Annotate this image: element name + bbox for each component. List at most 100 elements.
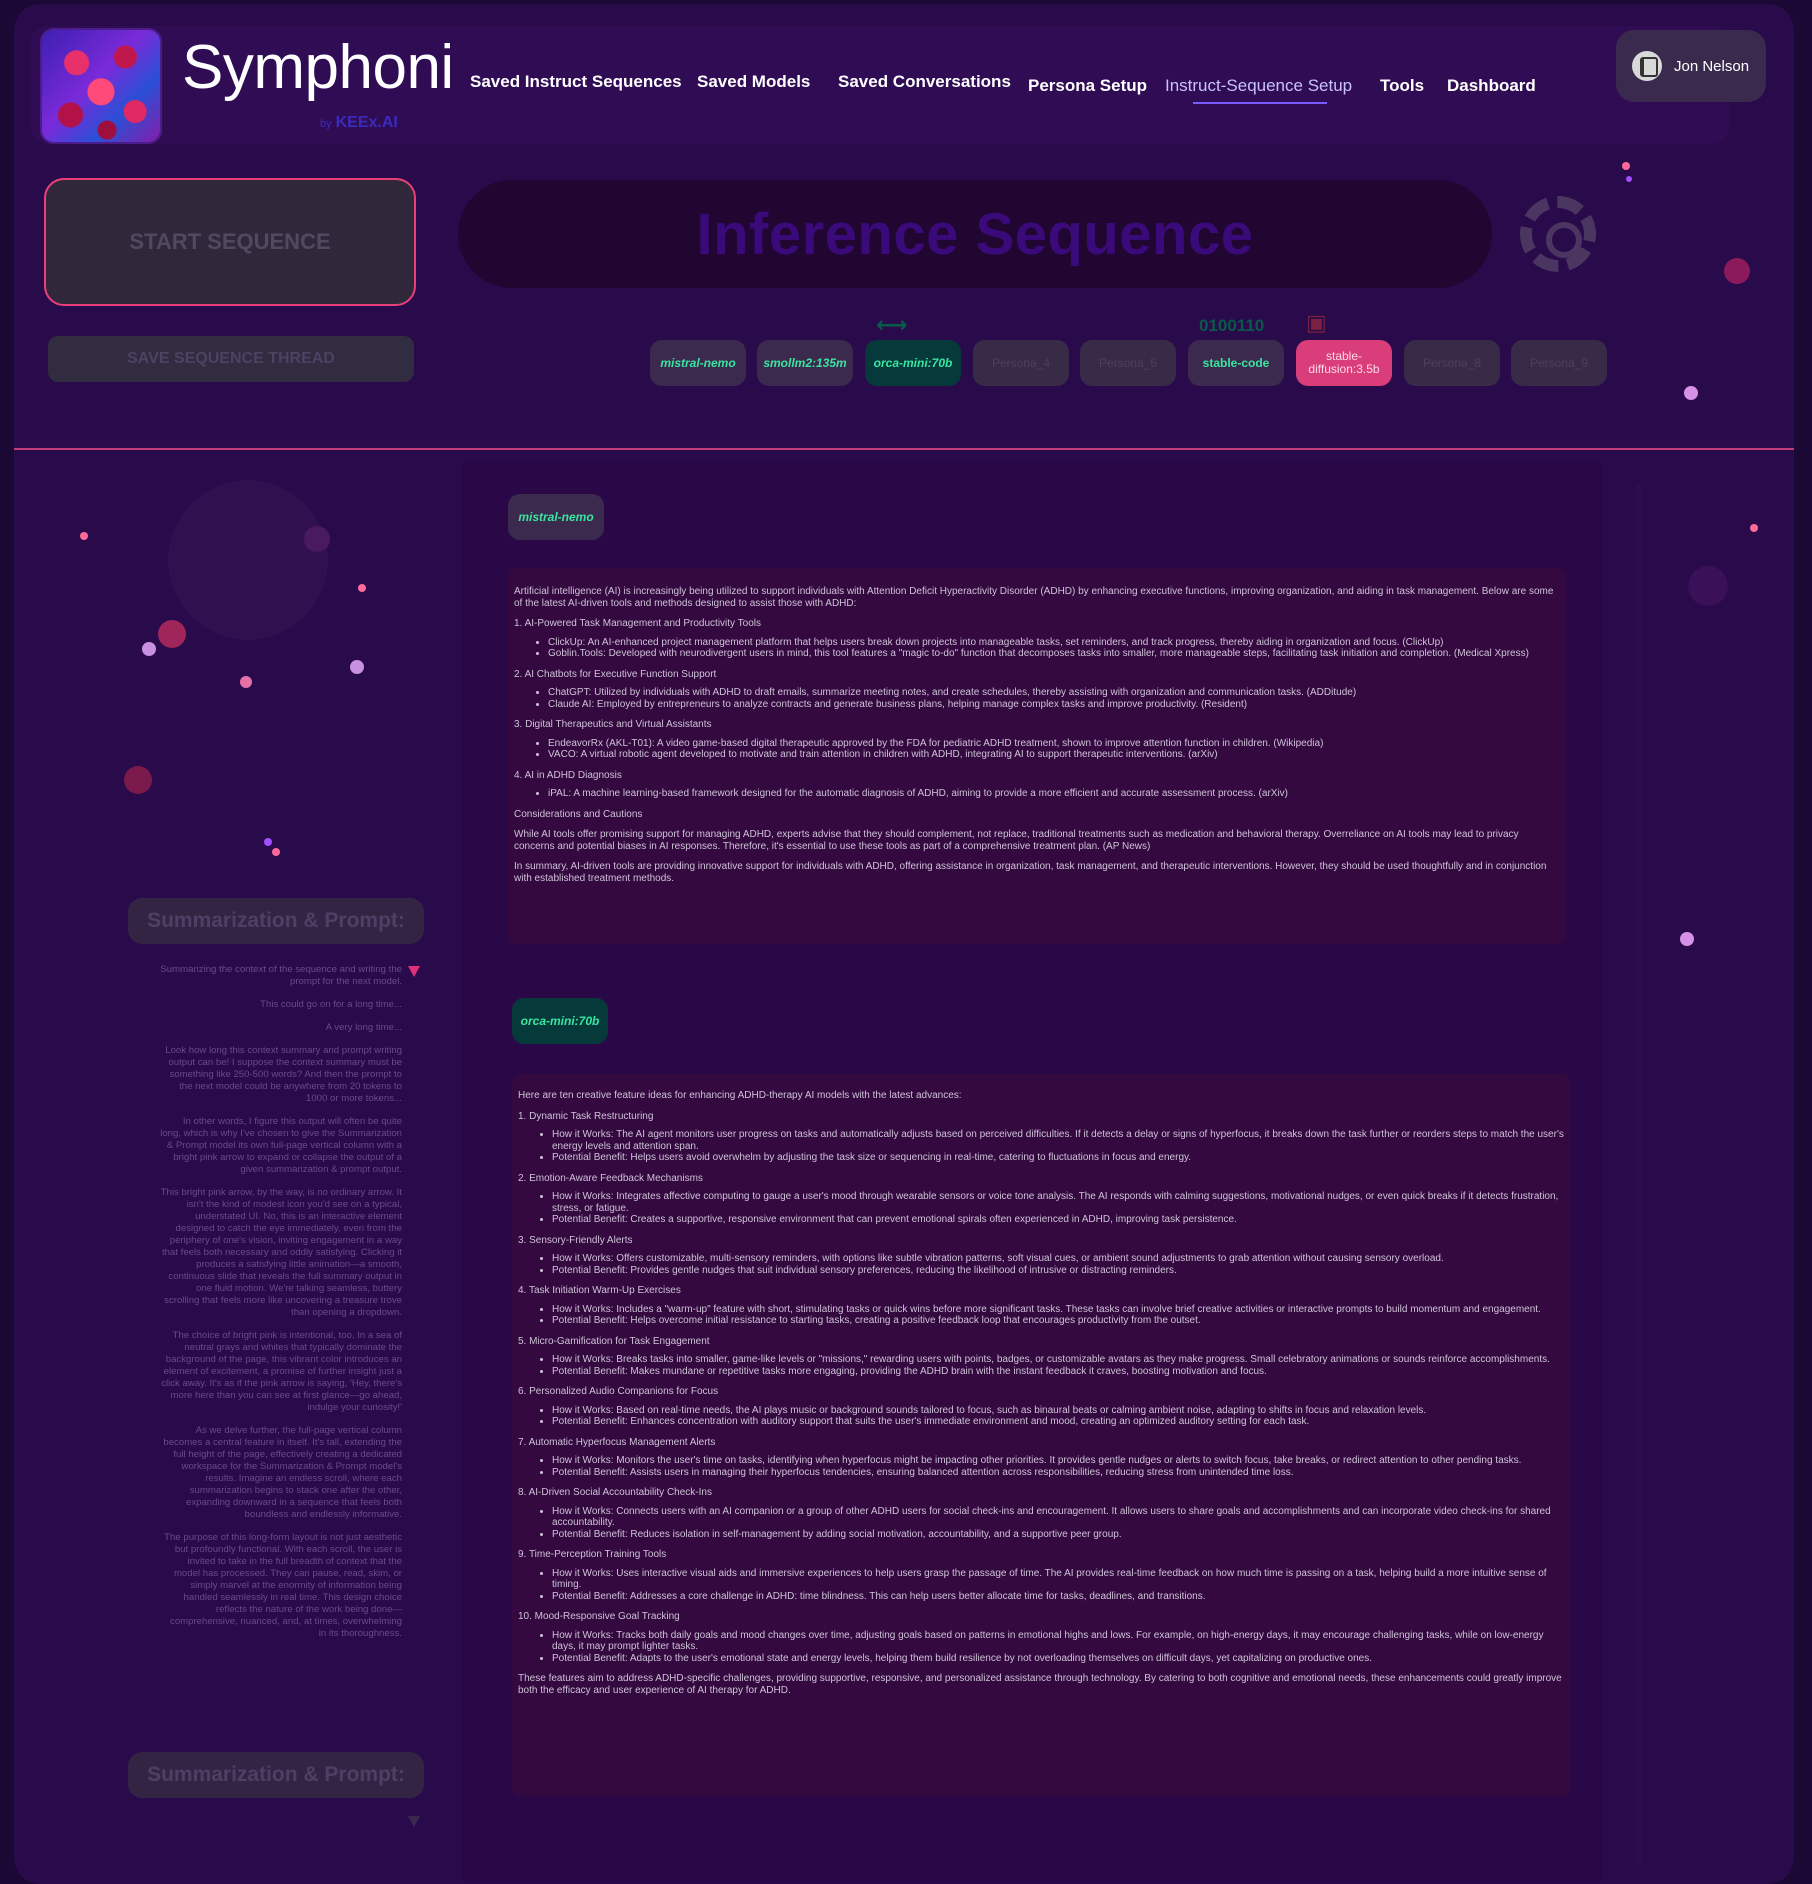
- decor-dot: [1724, 258, 1750, 284]
- summarization-expand-arrow-icon[interactable]: [408, 966, 420, 977]
- decor-dot: [142, 642, 156, 656]
- considerations-text: While AI tools offer promising support f…: [514, 829, 1519, 852]
- section-title: 2. AI Chatbots for Executive Function Su…: [514, 668, 717, 680]
- summary-paragraph: This could go on for a long time...: [260, 999, 402, 1010]
- persona-8[interactable]: Persona_8: [1404, 340, 1500, 386]
- section-list: How it Works: Connects users with an AI …: [518, 1506, 1564, 1541]
- section-title: 8. AI-Driven Social Accountability Check…: [518, 1487, 712, 1498]
- summary-paragraph: In other words, I figure this output wil…: [160, 1116, 402, 1175]
- section-item: How it Works: Offers customizable, multi…: [552, 1253, 1564, 1265]
- section-divider: [14, 448, 1794, 450]
- summary-paragraph: Summarizing the context of the sequence …: [160, 964, 402, 987]
- decor-dot: [350, 660, 364, 674]
- nav-dashboard[interactable]: Dashboard: [1447, 76, 1536, 96]
- section-item: Potential Benefit: Creates a supportive,…: [552, 1214, 1564, 1226]
- section-item: How it Works: Tracks both daily goals an…: [552, 1630, 1564, 1653]
- persona-orca-mini[interactable]: orca-mini:70b: [865, 340, 961, 386]
- symphoni-logo: [40, 28, 162, 144]
- section-item: How it Works: Based on real-time needs, …: [552, 1405, 1564, 1417]
- brand-org: KEEx.AI: [335, 114, 398, 131]
- decor-dot: [158, 620, 186, 648]
- summarization-header[interactable]: Summarization & Prompt:: [128, 898, 424, 944]
- section-list: iPAL: A machine learning-based framework…: [514, 788, 1560, 800]
- section-title: 3. Sensory-Friendly Alerts: [518, 1234, 633, 1246]
- section-title: 4. AI in ADHD Diagnosis: [514, 769, 622, 781]
- section-item: How it Works: Connects users with an AI …: [552, 1506, 1564, 1529]
- decor-dot: [272, 848, 280, 856]
- brand-byline: by KEEx.AI: [320, 114, 398, 132]
- start-sequence-button[interactable]: START SEQUENCE: [44, 178, 416, 306]
- section-list: EndeavorRx (AKL-T01): A video game-based…: [514, 738, 1560, 761]
- user-avatar-icon: [1632, 51, 1662, 81]
- section-title: 5. Micro-Gamification for Task Engagemen…: [518, 1335, 710, 1347]
- summarization-expand-arrow-icon[interactable]: [408, 1816, 420, 1827]
- persona-binary-code: 0100110: [1199, 316, 1265, 335]
- persona-5[interactable]: Persona_5: [1080, 340, 1176, 386]
- user-menu[interactable]: Jon Nelson: [1616, 30, 1766, 102]
- section-item: Potential Benefit: Enhances concentratio…: [552, 1416, 1564, 1428]
- section-item: Potential Benefit: Helps overcome initia…: [552, 1315, 1564, 1327]
- section-list: How it Works: Tracks both daily goals an…: [518, 1630, 1564, 1665]
- decor-dot: [168, 480, 328, 640]
- section-item: ClickUp: An AI-enhanced project manageme…: [548, 637, 1560, 649]
- persona-4[interactable]: Persona_4: [973, 340, 1069, 386]
- response-intro: Artificial intelligence (AI) is increasi…: [514, 586, 1554, 609]
- section-title: 6. Personalized Audio Companions for Foc…: [518, 1386, 719, 1397]
- persona-mistral-nemo[interactable]: mistral-nemo: [650, 340, 746, 386]
- section-list: How it Works: Integrates affective compu…: [518, 1191, 1564, 1226]
- summary-paragraph: A very long time...: [325, 1022, 402, 1033]
- section-list: How it Works: The AI agent monitors user…: [518, 1129, 1564, 1164]
- section-title: 9. Time-Perception Training Tools: [518, 1549, 667, 1560]
- section-title: 3. Digital Therapeutics and Virtual Assi…: [514, 719, 712, 730]
- nav-saved-conversations[interactable]: Saved Conversations: [838, 72, 1011, 92]
- summary-paragraph: As we delve further, the full-page verti…: [163, 1425, 402, 1520]
- persona-stable-diffusion[interactable]: stable-diffusion:3.5b: [1296, 340, 1392, 386]
- persona-stable-code[interactable]: stable-code: [1188, 340, 1284, 386]
- section-item: How it Works: Integrates affective compu…: [552, 1191, 1564, 1214]
- scrollbar[interactable]: [1636, 484, 1642, 1864]
- decor-dot: [240, 676, 252, 688]
- section-item: EndeavorRx (AKL-T01): A video game-based…: [548, 738, 1560, 750]
- closing-text: These features aim to address ADHD-speci…: [518, 1673, 1562, 1696]
- nav-tools[interactable]: Tools: [1380, 76, 1424, 96]
- decor-dot: [304, 526, 330, 552]
- section-title: 10. Mood-Responsive Goal Tracking: [518, 1611, 680, 1622]
- user-name: Jon Nelson: [1674, 57, 1750, 75]
- persona-9[interactable]: Persona_9: [1511, 340, 1607, 386]
- nav-saved-instruct-sequences[interactable]: Saved Instruct Sequences: [470, 72, 682, 92]
- section-title: 7. Automatic Hyperfocus Management Alert…: [518, 1436, 716, 1448]
- section-item: VACO: A virtual robotic agent developed …: [548, 749, 1560, 761]
- nav-persona-setup[interactable]: Persona Setup: [1028, 76, 1147, 96]
- section-list: How it Works: Based on real-time needs, …: [518, 1405, 1564, 1428]
- section-list: ChatGPT: Utilized by individuals with AD…: [514, 687, 1560, 710]
- section-list: How it Works: Uses interactive visual ai…: [518, 1568, 1564, 1603]
- section-item: Goblin.Tools: Developed with neurodiverg…: [548, 648, 1560, 660]
- nav-saved-models[interactable]: Saved Models: [697, 72, 810, 92]
- inference-sequence-banner: Inference Sequence: [458, 180, 1492, 288]
- section-item: ChatGPT: Utilized by individuals with AD…: [548, 687, 1560, 699]
- brand-name: Symphoni: [182, 33, 454, 102]
- section-list: How it Works: Offers customizable, multi…: [518, 1253, 1564, 1276]
- decor-dot: [358, 584, 366, 592]
- summary-paragraph: This bright pink arrow, by the way, is n…: [160, 1187, 402, 1318]
- section-title: 1. AI-Powered Task Management and Produc…: [514, 618, 761, 629]
- brand-by: by: [320, 118, 332, 130]
- summarization-header-2[interactable]: Summarization & Prompt:: [128, 1752, 424, 1798]
- section-item: Potential Benefit: Assists users in mana…: [552, 1467, 1564, 1479]
- settings-gear-icon[interactable]: [1520, 196, 1596, 272]
- response-model-tag: orca-mini:70b: [512, 998, 608, 1044]
- considerations-title: Considerations and Cautions: [514, 808, 643, 820]
- section-item: How it Works: Uses interactive visual ai…: [552, 1568, 1564, 1591]
- persona-smollm2[interactable]: smollm2:135m: [757, 340, 853, 386]
- summarization-output: Summarizing the context of the sequence …: [160, 964, 402, 1651]
- decor-dot: [1626, 176, 1632, 182]
- nav-instruct-sequence-setup[interactable]: Instruct-Sequence Setup: [1165, 76, 1352, 96]
- decor-dot: [1680, 932, 1694, 946]
- section-list: ClickUp: An AI-enhanced project manageme…: [514, 637, 1560, 660]
- section-item: How it Works: Monitors the user's time o…: [552, 1455, 1564, 1467]
- summary-paragraph: The purpose of this long-form layout is …: [164, 1532, 402, 1639]
- save-sequence-thread-button[interactable]: SAVE SEQUENCE THREAD: [48, 336, 414, 382]
- section-item: How it Works: Includes a "warm-up" featu…: [552, 1304, 1564, 1316]
- section-item: Potential Benefit: Adapts to the user's …: [552, 1653, 1564, 1665]
- section-item: Potential Benefit: Provides gentle nudge…: [552, 1265, 1564, 1277]
